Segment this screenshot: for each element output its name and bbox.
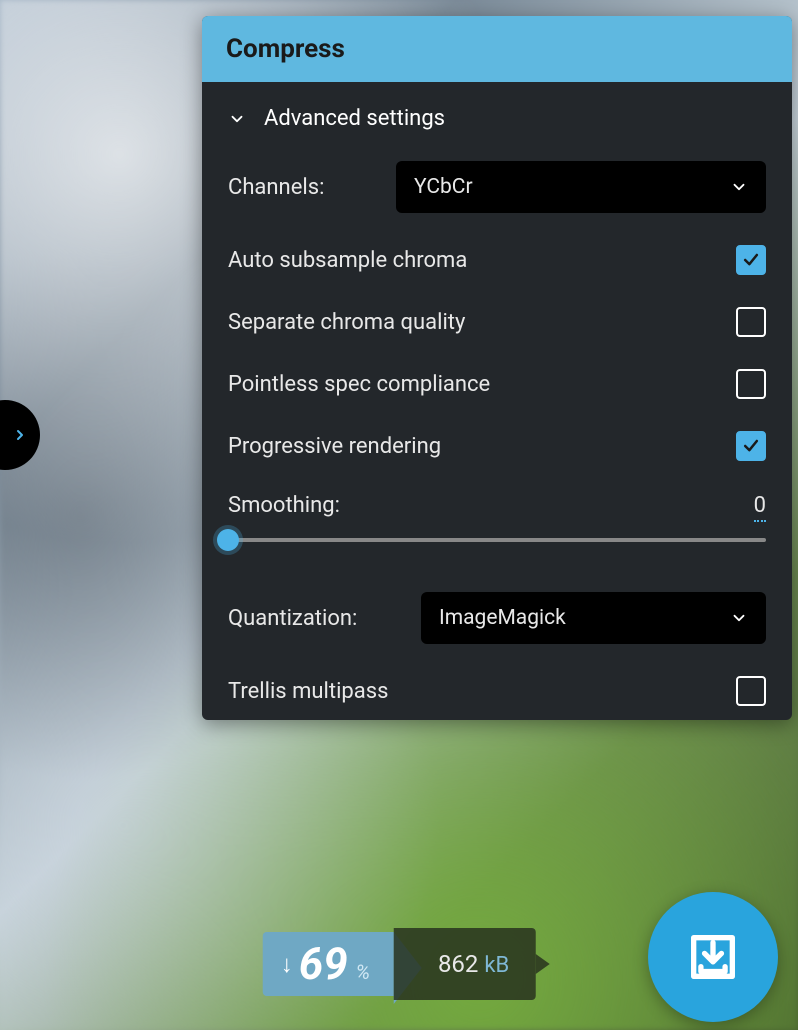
auto-subsample-row: Auto subsample chroma	[228, 245, 766, 275]
file-size-unit: kB	[484, 953, 509, 978]
pointless-spec-row: Pointless spec compliance	[228, 369, 766, 399]
quantization-select[interactable]: ImageMagick	[421, 592, 766, 644]
quantization-label: Quantization:	[228, 606, 357, 631]
file-size-value: 862	[438, 950, 478, 978]
chevron-down-icon	[730, 609, 748, 627]
advanced-settings-toggle[interactable]: Advanced settings	[228, 106, 766, 131]
trellis-checkbox[interactable]	[736, 676, 766, 706]
auto-subsample-label: Auto subsample chroma	[228, 248, 467, 273]
quantization-row: Quantization: ImageMagick	[228, 592, 766, 644]
channels-row: Channels: YCbCr	[228, 161, 766, 213]
panel-title: Compress	[202, 16, 792, 82]
chevron-down-icon	[730, 178, 748, 196]
progressive-row: Progressive rendering	[228, 431, 766, 461]
chevron-right-icon	[12, 427, 28, 443]
check-icon	[741, 250, 761, 270]
panel-body: Advanced settings Channels: YCbCr Auto s…	[202, 82, 792, 720]
trellis-label: Trellis multipass	[228, 679, 388, 704]
reduction-percent: 69	[299, 942, 348, 986]
separate-chroma-checkbox[interactable]	[736, 307, 766, 337]
download-button[interactable]	[648, 892, 778, 1022]
separate-chroma-label: Separate chroma quality	[228, 310, 465, 335]
chevron-down-icon	[228, 110, 246, 128]
auto-subsample-checkbox[interactable]	[736, 245, 766, 275]
smoothing-label: Smoothing:	[228, 493, 340, 518]
smoothing-row: Smoothing: 0	[228, 493, 766, 542]
quantization-value: ImageMagick	[439, 606, 566, 630]
pointless-spec-checkbox[interactable]	[736, 369, 766, 399]
percent-symbol: %	[356, 960, 370, 984]
result-bar: ↓ 69 % 862 kB	[263, 928, 536, 1000]
reduction-badge: ↓ 69 %	[263, 932, 394, 996]
channels-value: YCbCr	[414, 175, 473, 199]
smoothing-slider[interactable]	[228, 538, 766, 542]
channels-select[interactable]: YCbCr	[396, 161, 766, 213]
check-icon	[741, 436, 761, 456]
smoothing-slider-thumb[interactable]	[217, 529, 239, 551]
compress-panel: Compress Advanced settings Channels: YCb…	[202, 16, 792, 720]
channels-label: Channels:	[228, 175, 324, 200]
advanced-settings-label: Advanced settings	[264, 106, 445, 131]
trellis-row: Trellis multipass	[228, 676, 766, 706]
separate-chroma-row: Separate chroma quality	[228, 307, 766, 337]
pointless-spec-label: Pointless spec compliance	[228, 372, 490, 397]
download-icon	[684, 928, 742, 986]
progressive-checkbox[interactable]	[736, 431, 766, 461]
file-size-badge: 862 kB	[394, 928, 535, 1000]
progressive-label: Progressive rendering	[228, 434, 441, 459]
smoothing-value[interactable]: 0	[754, 493, 766, 522]
down-arrow-icon: ↓	[281, 950, 293, 979]
